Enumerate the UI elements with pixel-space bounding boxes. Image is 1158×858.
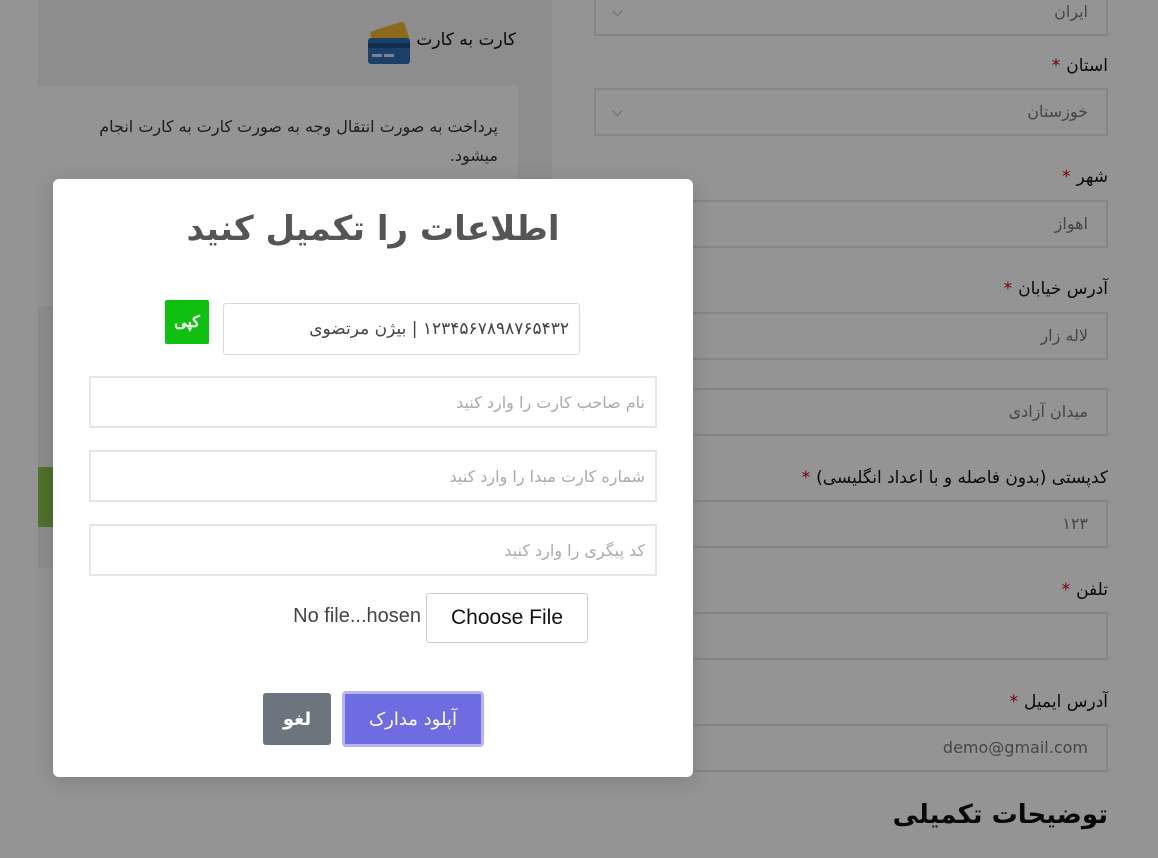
account-info-field[interactable]: ۱۲۳۴۵۶۷۸۹۸۷۶۵۴۳۲ | بیژن مرتضوی	[223, 303, 580, 355]
tracking-code-input[interactable]	[89, 524, 657, 576]
card-transfer-modal: اطلاعات را تکمیل کنید کپی ۱۲۳۴۵۶۷۸۹۸۷۶۵۴…	[53, 179, 693, 777]
source-card-number-input[interactable]	[89, 450, 657, 502]
cancel-button[interactable]: لغو	[263, 693, 331, 745]
card-holder-input[interactable]	[89, 376, 657, 428]
copy-button[interactable]: کپی	[165, 300, 209, 344]
upload-documents-button[interactable]: آپلود مدارک	[342, 691, 484, 747]
choose-file-button[interactable]: Choose File	[426, 593, 588, 643]
modal-title: اطلاعات را تکمیل کنید	[186, 209, 560, 249]
file-status-text: No file...hosen	[293, 605, 421, 627]
